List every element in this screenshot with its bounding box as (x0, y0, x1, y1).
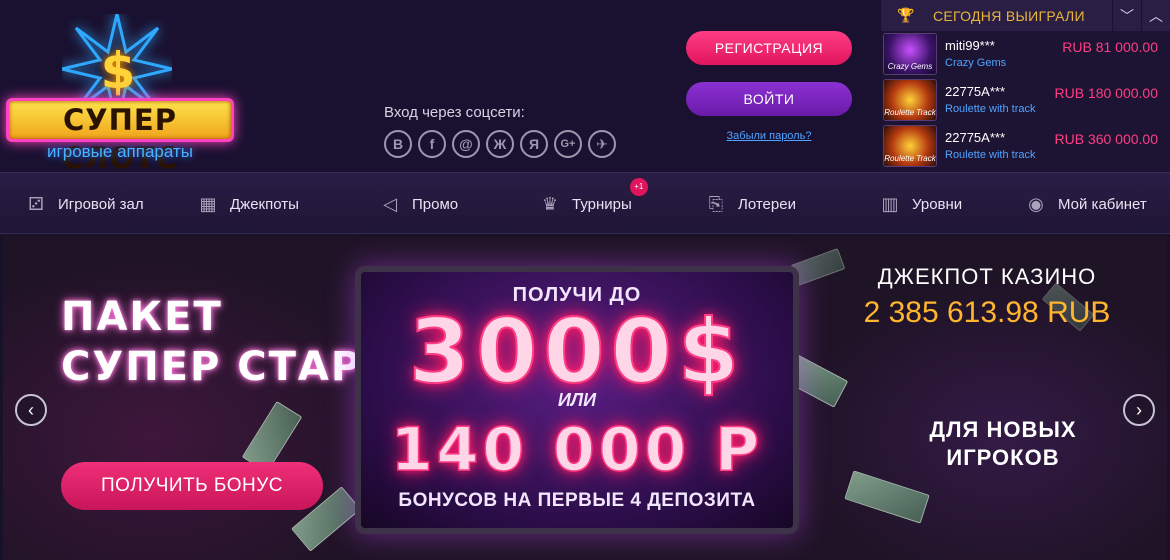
nav-item-tournaments[interactable]: ♛ Турниры +1 (536, 173, 648, 235)
winner-game-link[interactable]: Roulette with track (945, 149, 1035, 161)
nav-item-label: Промо (412, 195, 459, 213)
winners-title: СЕГОДНЯ ВЫИГРАЛИ (933, 7, 1085, 24)
nav-item-label: Игровой зал (58, 195, 144, 213)
forgot-password-link[interactable]: Забыли пароль? (686, 130, 852, 142)
promo-banner[interactable]: ПАКЕТ СУПЕР СТАРТ ПОЛУЧИТЬ БОНУС ‹ › ПОЛ… (3, 236, 1167, 560)
nav-item-label: Лотереи (738, 195, 796, 213)
megaphone-icon: ◁ (383, 193, 397, 214)
winner-user: 22775A*** (945, 130, 1005, 145)
chevron-up-icon[interactable]: ︿ (1141, 0, 1170, 31)
facebook-icon[interactable]: f (418, 130, 446, 158)
banner-title: ПАКЕТ СУПЕР СТАРТ (61, 294, 392, 390)
nav-item-jackpots[interactable]: ▦ Джекпоты (194, 173, 299, 235)
user-icon: ◉ (1028, 193, 1044, 214)
game-thumbnail: Crazy Gems (883, 33, 937, 75)
main-nav: ⚂ Игровой зал ▦ Джекпоты ◁ Промо ♛ Турни… (0, 172, 1170, 234)
winner-row[interactable]: Crazy Gems miti99*** Crazy Gems RUB 81 0… (881, 31, 1170, 77)
game-thumbnail: Roulette Track (883, 125, 937, 167)
nav-item-label: Джекпоты (230, 195, 299, 213)
login-button[interactable]: ВОЙТИ (686, 82, 852, 116)
yandex-icon[interactable]: Я (520, 130, 548, 158)
social-login-label: Вход через соцсети: (384, 104, 525, 121)
nav-item-my-account[interactable]: ◉ Мой кабинет (1022, 173, 1147, 235)
dice-icon: ⚂ (28, 193, 44, 214)
winners-header: 🏆 СЕГОДНЯ ВЫИГРАЛИ ﹀ ︿ (881, 0, 1170, 31)
google-plus-icon[interactable]: G+ (554, 130, 582, 158)
site-header: $ СУПЕР СЛОТС игровые аппараты Вход чере… (0, 0, 1170, 175)
register-button[interactable]: РЕГИСТРАЦИЯ (686, 31, 852, 65)
winner-user: miti99*** (945, 38, 995, 53)
social-login: Вход через соцсети: В f @ Ж Я G+ ✈ (384, 104, 616, 158)
game-thumbnail: Roulette Track (883, 79, 937, 121)
today-winners-panel: 🏆 СЕГОДНЯ ВЫИГРАЛИ ﹀ ︿ Crazy Gems miti99… (881, 0, 1170, 172)
odnoklassniki-icon[interactable]: Ж (486, 130, 514, 158)
chevron-right-icon[interactable]: › (1123, 394, 1155, 426)
bonus-bottom-text: БОНУСОВ НА ПЕРВЫЕ 4 ДЕПОЗИТА (398, 490, 756, 511)
nav-item-label: Мой кабинет (1058, 195, 1147, 213)
winner-row[interactable]: Roulette Track 22775A*** Roulette with t… (881, 77, 1170, 123)
nav-item-label: Уровни (912, 195, 963, 213)
logo-wordmark: СУПЕР СЛОТС (6, 98, 234, 175)
site-logo[interactable]: $ СУПЕР СЛОТС игровые аппараты (2, 14, 238, 175)
winner-row[interactable]: Roulette Track 22775A*** Roulette with t… (881, 123, 1170, 169)
slot-machine-icon: ▦ (199, 193, 217, 214)
levels-icon: ▥ (881, 193, 899, 214)
social-icons: В f @ Ж Я G+ ✈ (384, 130, 616, 158)
bonus-amount-rub: 140 000 Р (390, 414, 764, 486)
winner-amount: RUB 180 000.00 (1054, 85, 1158, 101)
bonus-screen: ПОЛУЧИ ДО 3000$ ИЛИ 140 000 Р БОНУСОВ НА… (355, 266, 799, 534)
bonus-amount-usd: 3000$ (408, 300, 746, 403)
chevron-down-icon[interactable]: ﹀ (1112, 0, 1141, 31)
trophy-icon: 🏆 (897, 7, 915, 23)
trophy-icon: ♛ (541, 193, 559, 214)
chevron-left-icon[interactable]: ‹ (15, 394, 47, 426)
nav-item-game-hall[interactable]: ⚂ Игровой зал (22, 173, 144, 235)
dollar-sign: $ (100, 42, 136, 100)
winner-user: 22775A*** (945, 84, 1005, 99)
money-bill-image (844, 470, 930, 524)
jackpot-value: 2 385 613.98 RUB (863, 296, 1111, 329)
jackpot-label: ДЖЕКПОТ КАЗИНО (877, 264, 1097, 289)
notification-badge: +1 (629, 177, 648, 196)
mailru-icon[interactable]: @ (452, 130, 480, 158)
bonus-or-text: ИЛИ (557, 390, 597, 410)
winner-amount: RUB 81 000.00 (1062, 39, 1158, 55)
new-players-text: ДЛЯ НОВЫХ ИГРОКОВ (929, 417, 1077, 470)
winner-amount: RUB 360 000.00 (1054, 131, 1158, 147)
logo-subtitle: игровые аппараты (47, 142, 193, 161)
nav-item-lotteries[interactable]: ⎘ Лотереи (702, 173, 796, 235)
twitter-icon[interactable]: ✈ (588, 130, 616, 158)
nav-item-levels[interactable]: ▥ Уровни (876, 173, 962, 235)
nav-item-label: Турниры +1 (572, 177, 648, 213)
winner-game-link[interactable]: Crazy Gems (945, 57, 1006, 69)
winner-game-link[interactable]: Roulette with track (945, 103, 1035, 115)
nav-item-promo[interactable]: ◁ Промо (376, 173, 458, 235)
tickets-icon: ⎘ (708, 193, 724, 214)
get-bonus-button[interactable]: ПОЛУЧИТЬ БОНУС (61, 462, 323, 510)
vk-icon[interactable]: В (384, 130, 412, 158)
